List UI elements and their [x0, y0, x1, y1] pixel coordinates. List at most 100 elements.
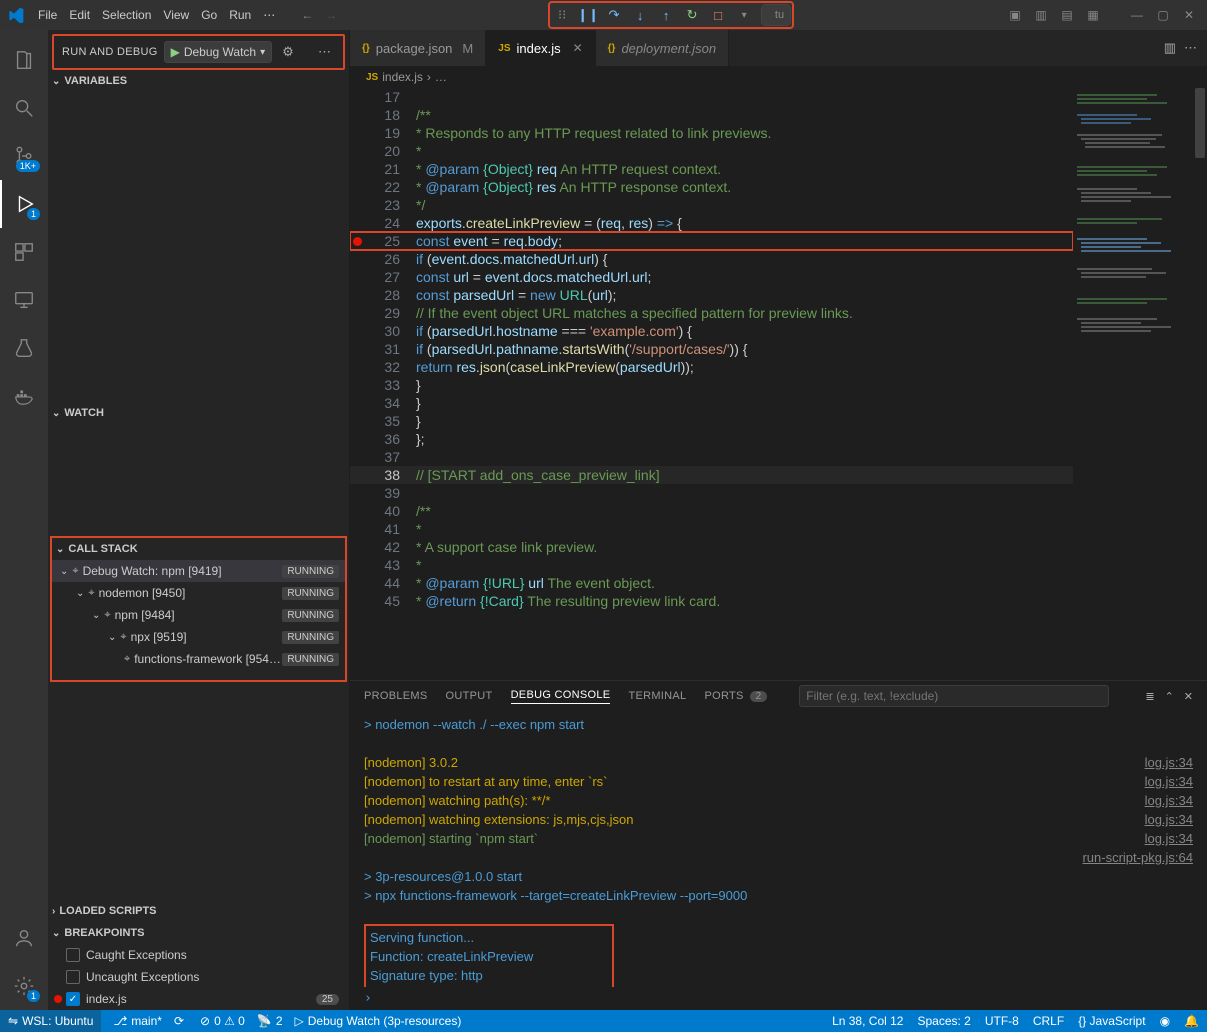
menu-run[interactable]: Run	[223, 8, 257, 22]
drag-grip-icon[interactable]: ⁝⁝	[551, 4, 573, 26]
step-out-icon[interactable]: ↑	[655, 4, 677, 26]
menu-view[interactable]: View	[157, 8, 195, 22]
breakpoint-gutter[interactable]	[350, 160, 364, 178]
callstack-row[interactable]: ⌖functions-framework [954…RUNNING	[52, 648, 345, 670]
statusbar-item[interactable]: ◉	[1160, 1014, 1170, 1028]
close-window-icon[interactable]: ✕	[1179, 5, 1199, 25]
code-line[interactable]: 37	[350, 448, 1073, 466]
breakpoints-header[interactable]: ⌄BREAKPOINTS	[48, 922, 349, 944]
code-line[interactable]: 29 // If the event object URL matches a …	[350, 304, 1073, 322]
console-source-link[interactable]: log.js:34	[1125, 772, 1193, 791]
menu-selection[interactable]: Selection	[96, 8, 157, 22]
step-into-icon[interactable]: ↓	[629, 4, 651, 26]
statusbar-item[interactable]: ▷Debug Watch (3p-resources)	[295, 1014, 462, 1028]
code-line[interactable]: 17	[350, 88, 1073, 106]
remote-explorer-icon[interactable]	[0, 276, 48, 324]
checkbox[interactable]: ✓	[66, 992, 80, 1006]
code-line[interactable]: 21 * @param {Object} req An HTTP request…	[350, 160, 1073, 178]
debug-config-dropdown[interactable]: ▶ Debug Watch ▾	[164, 41, 273, 63]
layout-icon-3[interactable]: ▦	[1083, 5, 1103, 25]
stop-icon[interactable]: □	[707, 4, 729, 26]
command-center-search[interactable]: tu	[761, 4, 791, 26]
breakpoint-gutter[interactable]	[350, 322, 364, 340]
breakpoint-gutter[interactable]	[350, 466, 364, 484]
breakpoint-gutter[interactable]	[350, 196, 364, 214]
statusbar-item[interactable]: 📡2	[257, 1014, 283, 1028]
layout-icon-2[interactable]: ▤	[1057, 5, 1077, 25]
callstack-row[interactable]: ⌄⌖nodemon [9450]RUNNING	[52, 582, 345, 604]
panel-tab-terminal[interactable]: TERMINAL	[628, 690, 686, 702]
restart-icon[interactable]: ↻	[681, 4, 703, 26]
run-debug-icon[interactable]: 1	[0, 180, 48, 228]
statusbar-item[interactable]: Spaces: 2	[917, 1014, 970, 1028]
checkbox[interactable]	[66, 970, 80, 984]
statusbar-item[interactable]: {} JavaScript	[1078, 1014, 1145, 1028]
code-line[interactable]: 31 if (parsedUrl.pathname.startsWith('/s…	[350, 340, 1073, 358]
code-line[interactable]: 18/**	[350, 106, 1073, 124]
code-line[interactable]: 40/**	[350, 502, 1073, 520]
breakpoint-gutter[interactable]	[350, 538, 364, 556]
breakpoint-gutter[interactable]	[350, 394, 364, 412]
step-over-icon[interactable]: ↷	[603, 4, 625, 26]
minimap[interactable]	[1073, 88, 1193, 680]
code-line[interactable]: 26 if (event.docs.matchedUrl.url) {	[350, 250, 1073, 268]
dropdown-icon[interactable]: ▾	[733, 4, 755, 26]
settings-gear-icon[interactable]: 1	[0, 962, 48, 1010]
breakpoint-row[interactable]: ✓index.js25	[48, 988, 349, 1010]
panel-tab-output[interactable]: OUTPUT	[446, 690, 493, 702]
breakpoint-row[interactable]: Caught Exceptions	[48, 944, 349, 966]
menu-file[interactable]: File	[32, 8, 63, 22]
menu-go[interactable]: Go	[195, 8, 223, 22]
search-activity-icon[interactable]	[0, 84, 48, 132]
debug-console-prompt[interactable]: ›	[350, 987, 1207, 1010]
statusbar-item[interactable]: 🔔	[1184, 1014, 1199, 1028]
breakpoint-gutter[interactable]	[350, 430, 364, 448]
clear-console-icon[interactable]: ≣	[1145, 690, 1154, 703]
source-control-icon[interactable]: 1K+	[0, 132, 48, 180]
more-actions-icon[interactable]: ⋯	[314, 44, 335, 60]
breakpoint-gutter[interactable]	[350, 178, 364, 196]
callstack-row[interactable]: ⌄⌖Debug Watch: npm [9419]RUNNING	[52, 560, 345, 582]
code-line[interactable]: 22 * @param {Object} res An HTTP respons…	[350, 178, 1073, 196]
breakpoint-gutter[interactable]	[350, 556, 364, 574]
breakpoint-gutter[interactable]	[350, 340, 364, 358]
code-line[interactable]: 41 *	[350, 520, 1073, 538]
breakpoint-gutter[interactable]	[350, 502, 364, 520]
watch-section-header[interactable]: ⌄WATCH	[48, 402, 349, 424]
menu-edit[interactable]: Edit	[63, 8, 96, 22]
pause-icon[interactable]: ❙❙	[577, 4, 599, 26]
code-line[interactable]: 33 }	[350, 376, 1073, 394]
panel-tab-debug-console[interactable]: DEBUG CONSOLE	[511, 689, 611, 704]
breakpoint-gutter[interactable]	[350, 286, 364, 304]
nav-back-icon[interactable]: ←	[301, 8, 313, 22]
callstack-section-header[interactable]: ⌄CALL STACK	[52, 538, 345, 560]
statusbar-item[interactable]: UTF-8	[985, 1014, 1019, 1028]
code-line[interactable]: 30 if (parsedUrl.hostname === 'example.c…	[350, 322, 1073, 340]
statusbar-item[interactable]: ⇋WSL: Ubuntu	[0, 1010, 101, 1032]
code-line[interactable]: 27 const url = event.docs.matchedUrl.url…	[350, 268, 1073, 286]
code-line[interactable]: 20 *	[350, 142, 1073, 160]
panel-tab-ports[interactable]: PORTS	[704, 690, 743, 702]
breakpoint-gutter[interactable]	[350, 124, 364, 142]
debug-console-filter[interactable]	[799, 685, 1109, 707]
editor-tab[interactable]: JSindex.js✕	[486, 30, 595, 66]
editor-scrollbar[interactable]	[1193, 88, 1207, 680]
code-line[interactable]: 39	[350, 484, 1073, 502]
callstack-row[interactable]: ⌄⌖npm [9484]RUNNING	[52, 604, 345, 626]
console-source-link[interactable]: log.js:34	[1125, 753, 1193, 772]
callstack-row[interactable]: ⌄⌖npx [9519]RUNNING	[52, 626, 345, 648]
collapse-panel-icon[interactable]: ⌃	[1165, 690, 1174, 703]
editor-tab[interactable]: {}deployment.json	[596, 30, 729, 66]
close-panel-icon[interactable]: ✕	[1184, 690, 1193, 703]
code-line[interactable]: 38// [START add_ons_case_preview_link]	[350, 466, 1073, 484]
gear-icon[interactable]: ⚙	[282, 44, 294, 60]
loaded-scripts-header[interactable]: ›LOADED SCRIPTS	[48, 900, 349, 922]
panel-tab-problems[interactable]: PROBLEMS	[364, 690, 428, 702]
code-line[interactable]: 23 */	[350, 196, 1073, 214]
code-line[interactable]: 28 const parsedUrl = new URL(url);	[350, 286, 1073, 304]
split-editor-icon[interactable]: ▥	[1164, 40, 1176, 56]
statusbar-item[interactable]: ⊘0 ⚠ 0	[200, 1014, 245, 1028]
close-tab-icon[interactable]: ✕	[573, 41, 583, 55]
breakpoint-gutter[interactable]	[350, 574, 364, 592]
breakpoint-gutter[interactable]	[350, 484, 364, 502]
